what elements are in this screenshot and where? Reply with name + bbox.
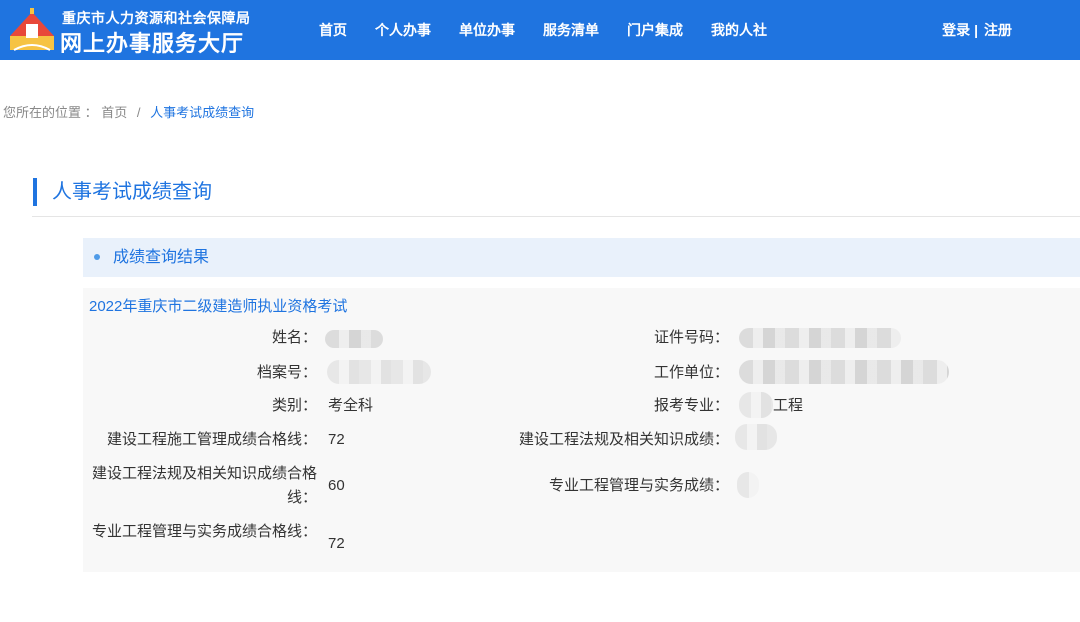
breadcrumb-home-link[interactable]: 首页 — [101, 105, 127, 120]
main-nav: 首页 个人办事 单位办事 服务清单 门户集成 我的人社 — [305, 0, 781, 60]
major-label: 报考专业： — [653, 397, 729, 414]
auth-links: 登录 | 注册 — [942, 0, 1012, 60]
breadcrumb-prefix: 您所在的位置 ： — [3, 105, 98, 120]
breadcrumb-separator: / — [136, 105, 141, 120]
practice-score-value-masked — [737, 472, 759, 498]
category-label: 类别： — [271, 397, 317, 414]
page-title: 人事考试成绩查询 — [33, 178, 212, 206]
nav-home[interactable]: 首页 — [319, 20, 347, 40]
section-header: 成绩查询结果 — [83, 238, 1080, 277]
employer-label: 工作单位： — [653, 364, 729, 381]
management-pass-line-value: 72 — [328, 431, 345, 448]
id-number-label: 证件号码： — [653, 329, 729, 346]
major-value: 工程 — [773, 397, 804, 414]
breadcrumb: 您所在的位置 ： 首页 / 人事考试成绩查询 — [3, 102, 254, 121]
practice-score-label: 专业工程管理与实务成绩： — [548, 477, 729, 494]
law-score-value-masked — [735, 424, 777, 450]
file-number-value-masked — [327, 360, 431, 384]
auth-separator: | — [974, 22, 978, 38]
exam-title: 2022年重庆市二级建造师执业资格考试 — [89, 298, 348, 315]
law-pass-line-label: 建设工程法规及相关知识成绩合格线： — [91, 465, 317, 506]
nav-employer-services[interactable]: 单位办事 — [459, 20, 515, 40]
name-value-masked — [325, 330, 383, 348]
category-value: 考全科 — [328, 397, 374, 414]
nav-personal-services[interactable]: 个人办事 — [375, 20, 431, 40]
nav-my-account[interactable]: 我的人社 — [711, 20, 767, 40]
nav-service-list[interactable]: 服务清单 — [543, 20, 599, 40]
id-number-value-masked — [739, 328, 901, 348]
practice-pass-line-label: 专业工程管理与实务成绩合格线： — [91, 523, 317, 540]
practice-pass-line-value: 72 — [328, 535, 345, 552]
top-header: 重庆市人力资源和社会保障局 网上办事服务大厅 首页 个人办事 单位办事 服务清单… — [0, 0, 1080, 60]
results-panel: 2022年重庆市二级建造师执业资格考试 姓名： 证件号码： 档案号： 工作单位：… — [83, 288, 1080, 572]
org-name: 重庆市人力资源和社会保障局 — [62, 10, 251, 26]
register-link[interactable]: 注册 — [984, 20, 1012, 40]
section-title: 成绩查询结果 — [113, 249, 210, 266]
login-link[interactable]: 登录 — [942, 20, 970, 40]
management-pass-line-label: 建设工程施工管理成绩合格线： — [106, 431, 317, 448]
bullet-icon — [94, 254, 100, 260]
nav-portal-integration[interactable]: 门户集成 — [627, 20, 683, 40]
major-value-masked — [739, 392, 773, 418]
portal-name: 网上办事服务大厅 — [60, 31, 245, 56]
emblem-icon — [10, 8, 54, 51]
file-number-label: 档案号： — [256, 364, 317, 381]
law-pass-line-value: 60 — [328, 477, 345, 494]
site-logo[interactable]: 重庆市人力资源和社会保障局 网上办事服务大厅 — [8, 6, 251, 56]
employer-value-masked — [739, 360, 949, 384]
title-divider — [32, 216, 1080, 217]
name-label: 姓名： — [271, 329, 317, 346]
breadcrumb-current: 人事考试成绩查询 — [150, 105, 255, 120]
law-score-label: 建设工程法规及相关知识成绩： — [518, 431, 729, 448]
